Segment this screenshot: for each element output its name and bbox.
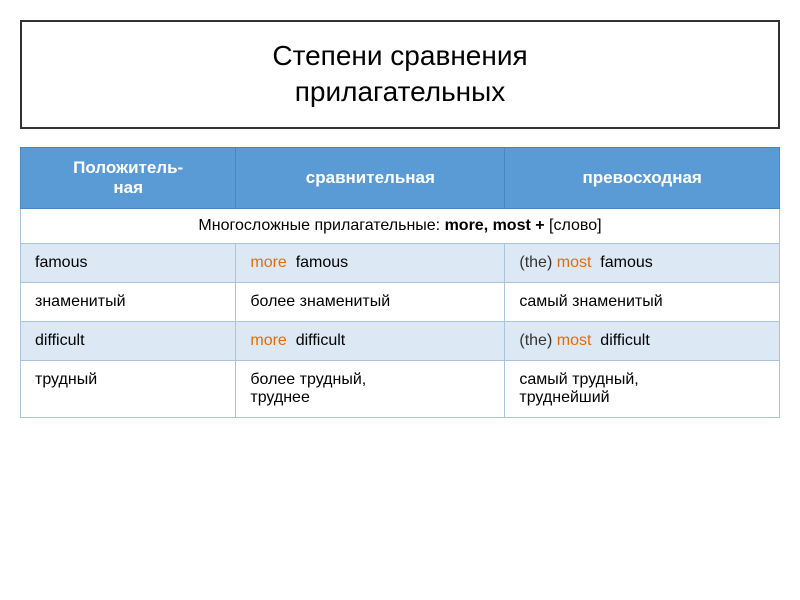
title-line1: Степени сравнения bbox=[272, 40, 527, 71]
title-line2: прилагательных bbox=[295, 76, 506, 107]
subheader-text-before: Многосложные прилагательные: bbox=[198, 217, 444, 234]
table-row: famous more famous (the) most famous bbox=[21, 243, 780, 282]
header-comparative: сравнительная bbox=[236, 147, 505, 208]
most-label-2: most bbox=[557, 332, 592, 349]
the-label-2: (the) bbox=[519, 332, 552, 349]
subheader-bold: more, most + bbox=[445, 217, 545, 234]
subheader-row: Многосложные прилагательные: more, most … bbox=[21, 208, 780, 243]
more-label-2: more bbox=[250, 332, 286, 349]
cell-positive-4: трудный bbox=[21, 360, 236, 417]
cell-positive-2: знаменитый bbox=[21, 282, 236, 321]
comparison-table: Положитель-ная сравнительная превосходна… bbox=[20, 147, 780, 418]
subheader-cell: Многосложные прилагательные: more, most … bbox=[21, 208, 780, 243]
cell-comparative-4: более трудный,труднее bbox=[236, 360, 505, 417]
the-label-1: (the) bbox=[519, 254, 552, 271]
cell-comparative-2: более знаменитый bbox=[236, 282, 505, 321]
cell-positive-3: difficult bbox=[21, 321, 236, 360]
header-superlative: превосходная bbox=[505, 147, 780, 208]
more-label-1: more bbox=[250, 254, 286, 271]
page-container: Степени сравнения прилагательных Положит… bbox=[20, 20, 780, 418]
header-row: Положитель-ная сравнительная превосходна… bbox=[21, 147, 780, 208]
cell-positive-1: famous bbox=[21, 243, 236, 282]
header-positive: Положитель-ная bbox=[21, 147, 236, 208]
table-row: знаменитый более знаменитый самый знамен… bbox=[21, 282, 780, 321]
cell-superlative-4: самый трудный,труднейший bbox=[505, 360, 780, 417]
most-label-1: most bbox=[557, 254, 592, 271]
table-row: трудный более трудный,труднее самый труд… bbox=[21, 360, 780, 417]
cell-superlative-3: (the) most difficult bbox=[505, 321, 780, 360]
cell-comparative-3: more difficult bbox=[236, 321, 505, 360]
cell-comparative-1: more famous bbox=[236, 243, 505, 282]
table-row: difficult more difficult (the) most diff… bbox=[21, 321, 780, 360]
subheader-text-after: [слово] bbox=[545, 217, 602, 234]
page-title: Степени сравнения прилагательных bbox=[20, 20, 780, 129]
cell-superlative-2: самый знаменитый bbox=[505, 282, 780, 321]
cell-superlative-1: (the) most famous bbox=[505, 243, 780, 282]
